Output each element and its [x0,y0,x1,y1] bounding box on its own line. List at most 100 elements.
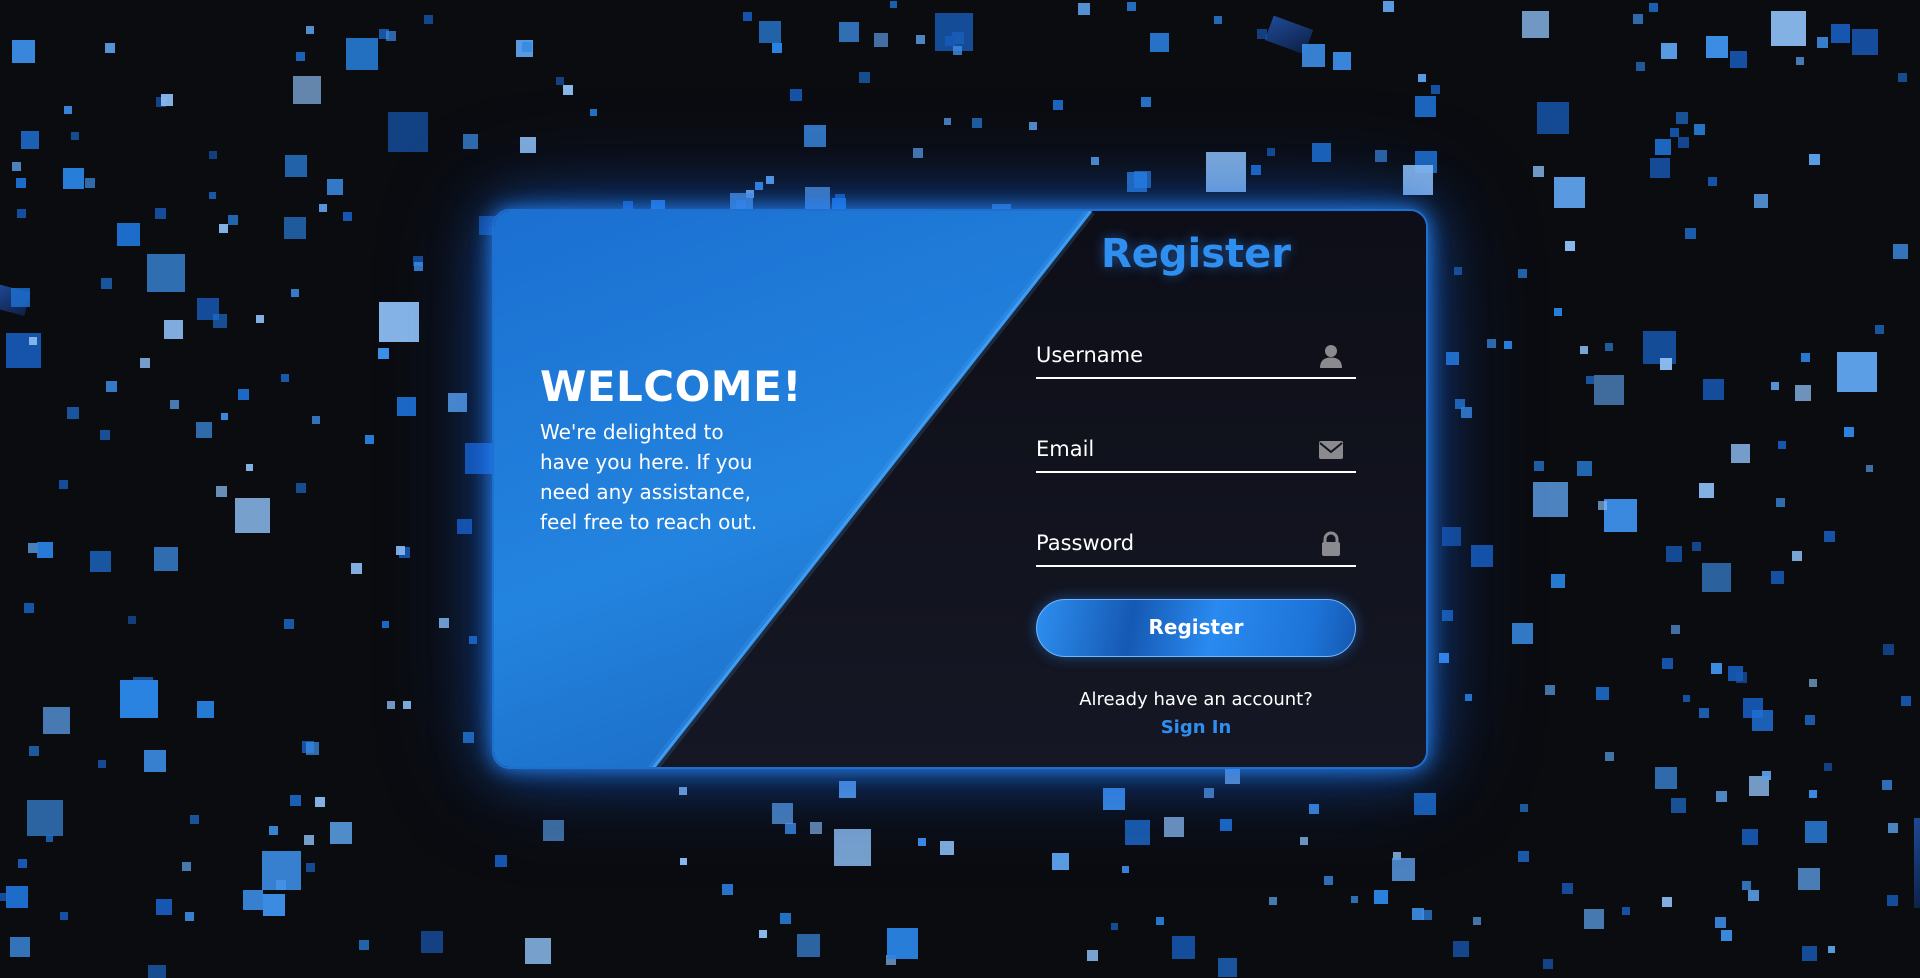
background-particle [1824,531,1835,542]
background-particle [1533,482,1568,517]
background-particle [810,822,822,834]
background-particle [106,381,117,392]
background-particle [46,835,53,842]
background-particle [37,542,53,558]
username-field[interactable]: Username [1036,331,1356,379]
background-particle [469,636,477,644]
background-particle [1125,820,1150,845]
background-particle [1596,687,1609,700]
background-particle [161,94,173,106]
background-particle [1852,29,1878,55]
background-particle [1465,694,1472,701]
background-particle [1586,376,1594,384]
background-particle [1888,823,1898,833]
background-particle [1453,941,1469,957]
background-particle [1901,696,1911,706]
background-particle [359,940,369,950]
background-particle [1454,267,1462,275]
background-particle [556,77,564,85]
background-particle [1351,896,1358,903]
background-particle [246,464,253,471]
background-particle [182,862,191,871]
background-particle [10,937,30,957]
password-field[interactable]: Password [1036,519,1356,567]
background-particle [1225,769,1240,784]
background-particle [859,72,870,83]
background-particle [24,603,34,613]
background-particle [495,855,507,867]
form-title: Register [1100,231,1292,277]
background-particle [98,760,106,768]
background-particle [1731,444,1750,463]
background-particle [1545,685,1555,695]
register-button[interactable]: Register [1036,599,1356,657]
background-particle [1685,228,1696,239]
background-particle [1309,804,1319,814]
background-particle [1164,817,1184,837]
background-particle [296,52,305,61]
background-particle [284,619,294,629]
background-particle [834,829,871,866]
background-particle [1676,112,1688,124]
background-particle [1742,881,1751,890]
background-particle [463,732,474,743]
background-particle [1375,150,1387,162]
background-particle [1091,157,1099,165]
background-particle [1533,166,1544,177]
background-particle [1754,194,1768,208]
background-particle [1824,763,1832,771]
background-particle [1809,154,1820,165]
background-particle [1442,527,1461,546]
background-particle [448,393,467,412]
background-particle [1748,890,1759,901]
background-particle [1392,858,1415,881]
background-particle [1671,798,1686,813]
background-particle [128,616,136,624]
background-particle [315,797,325,807]
background-particle [1520,804,1528,812]
background-particle [296,483,306,493]
background-particle [1220,819,1232,831]
background-particle [1809,790,1817,798]
background-particle [1742,829,1758,845]
user-icon [1320,345,1342,368]
background-particle [101,278,112,289]
background-particle [343,212,352,221]
background-particle [766,176,774,184]
background-particle [1622,907,1630,915]
background-particle [679,787,687,795]
background-particle [1518,269,1527,278]
background-particle [1052,853,1069,870]
background-particle [1584,909,1604,929]
background-particle [386,31,396,41]
background-particle [1771,571,1784,584]
background-particle [196,422,212,438]
email-field[interactable]: Email [1036,425,1356,473]
sign-in-link[interactable]: Sign In [1036,717,1356,738]
background-particle [156,899,172,915]
background-particle [281,374,289,382]
background-particle [304,835,314,845]
background-particle [1257,29,1267,39]
background-particle [940,841,954,855]
background-particle [1655,767,1677,789]
background-particle [1875,325,1884,334]
background-particle [1699,708,1709,718]
background-particle [918,838,926,846]
background-particle [522,42,532,52]
background-particle [1670,128,1679,137]
background-particle [1694,124,1705,135]
background-particle [85,178,95,188]
background-particle [154,547,178,571]
background-particle [543,820,564,841]
background-particle [1649,3,1658,12]
background-particle [306,742,319,755]
background-particle [1605,343,1613,351]
background-particle [1134,171,1151,188]
background-particle [1122,866,1129,873]
background-particle [12,40,35,63]
background-particle [148,965,166,978]
background-particle [100,430,110,440]
background-particle [219,224,228,233]
background-particle [874,33,888,47]
